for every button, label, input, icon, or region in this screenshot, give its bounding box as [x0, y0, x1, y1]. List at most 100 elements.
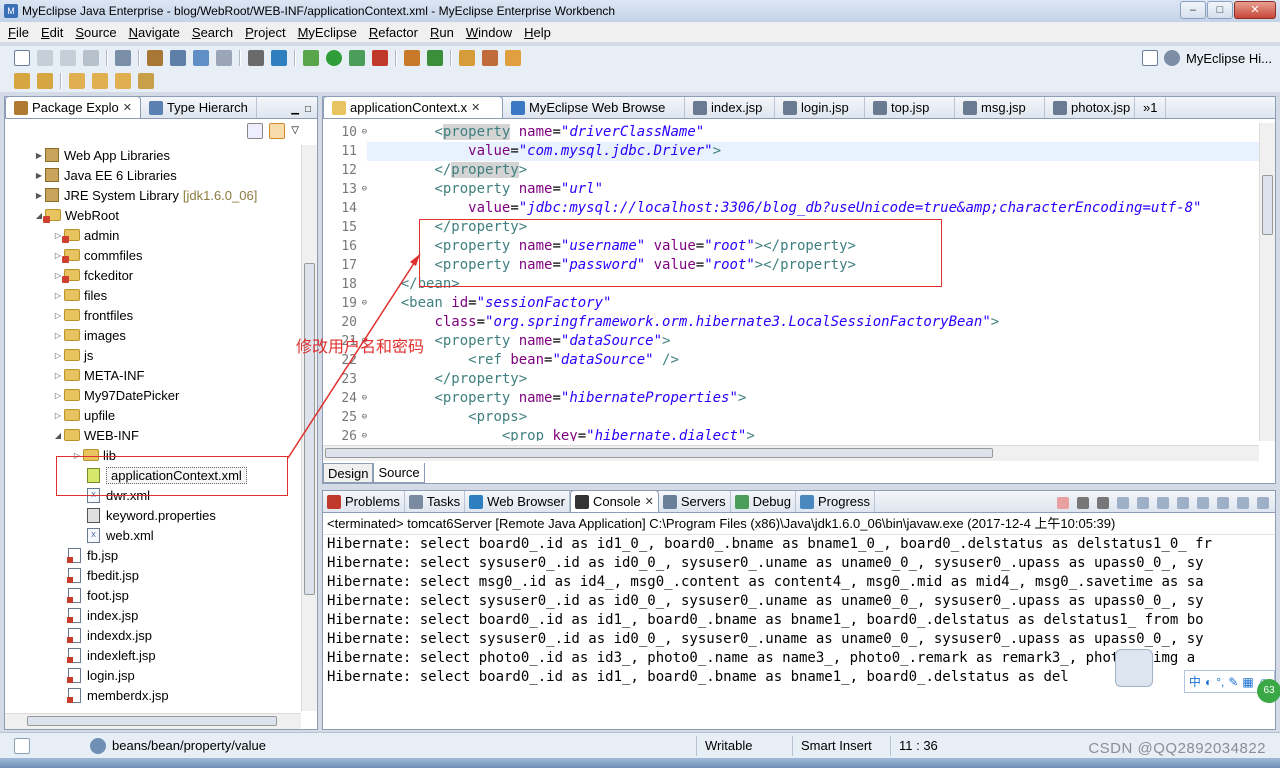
maximize-button[interactable]: □ [1207, 1, 1233, 19]
tab-myeclipse-web-browse[interactable]: MyEclipse Web Browse [503, 97, 685, 118]
close-tab-icon[interactable]: ✕ [123, 101, 132, 114]
open-type-icon[interactable] [459, 50, 475, 66]
tree-item-indexdx-jsp[interactable]: indexdx.jsp [5, 625, 301, 645]
ime-soft-keyboard-icon[interactable]: ▦ [1242, 675, 1253, 689]
maximize-view-icon[interactable] [1257, 497, 1269, 509]
fast-view-icon[interactable] [14, 737, 30, 754]
terminate-icon[interactable] [1057, 497, 1069, 509]
search-icon[interactable] [482, 50, 498, 66]
pin-icon[interactable] [69, 73, 85, 89]
server-icon[interactable] [115, 50, 131, 66]
expand-icon[interactable]: ▷ [52, 291, 64, 300]
tree-item-jre-system-library[interactable]: ▶ JRE System Library [jdk1.6.0_06] [5, 185, 301, 205]
tree-item-web-app-libraries[interactable]: ▶ Web App Libraries [5, 145, 301, 165]
menu-search[interactable]: Search [186, 25, 239, 40]
tree-item-admin[interactable]: ▷ admin [5, 225, 301, 245]
marker-icon[interactable] [505, 50, 521, 66]
menu-window[interactable]: Window [460, 25, 518, 40]
tab-applicationcontext-x[interactable]: applicationContext.x ✕ [323, 96, 503, 118]
tree-item-fb-jsp[interactable]: fb.jsp [5, 545, 301, 565]
minimize-view-icon[interactable] [1237, 497, 1249, 509]
tab-tasks[interactable]: Tasks [405, 491, 466, 512]
tab-problems[interactable]: Problems [323, 491, 405, 512]
explorer-hscrollbar[interactable] [5, 713, 301, 729]
tab-photox-jsp[interactable]: photox.jsp [1045, 97, 1135, 118]
run-server-icon[interactable] [193, 50, 209, 66]
scroll-lock-icon[interactable] [1137, 497, 1149, 509]
tree-item-fckeditor[interactable]: ▷ fckeditor [5, 265, 301, 285]
menu-run[interactable]: Run [424, 25, 460, 40]
close-tab-icon[interactable]: ✕ [471, 101, 480, 114]
pin-console-icon[interactable] [1177, 497, 1189, 509]
forward-icon[interactable] [138, 73, 154, 89]
remove-launch-icon[interactable] [1077, 497, 1089, 509]
perspective-label[interactable]: MyEclipse Hi... [1186, 51, 1272, 66]
tab-login-jsp[interactable]: login.jsp [775, 97, 865, 118]
tab-servers[interactable]: Servers [659, 491, 731, 512]
last-edit-icon[interactable] [92, 73, 108, 89]
back-icon[interactable] [115, 73, 131, 89]
minimize-view-icon[interactable]: ▁ [291, 104, 299, 115]
tree-item-upfile[interactable]: ▷ upfile [5, 405, 301, 425]
more-tabs-button[interactable]: »1 [1135, 97, 1167, 118]
expand-icon[interactable]: ▷ [52, 311, 64, 320]
tree-item-index-jsp[interactable]: index.jsp [5, 605, 301, 625]
new-project-icon[interactable] [404, 50, 420, 66]
minimize-button[interactable]: – [1180, 1, 1206, 19]
tree-item-commfiles[interactable]: ▷ commfiles [5, 245, 301, 265]
ime-punct-icon[interactable]: °, [1216, 675, 1224, 689]
tab-msg-jsp[interactable]: msg.jsp [955, 97, 1045, 118]
display-console-icon[interactable] [1197, 497, 1209, 509]
new-wizard-icon[interactable] [147, 50, 163, 66]
clear-console-icon[interactable] [1117, 497, 1129, 509]
menu-myeclipse[interactable]: MyEclipse [292, 25, 363, 40]
coverage-icon[interactable] [372, 50, 388, 66]
report-icon[interactable] [248, 50, 264, 66]
tab-design[interactable]: Design [323, 463, 374, 483]
open-console-icon[interactable] [1217, 497, 1229, 509]
deploy-icon[interactable] [170, 50, 186, 66]
explorer-scrollbar[interactable] [301, 145, 317, 711]
next-annotation-icon[interactable] [14, 73, 30, 89]
collapse-all-icon[interactable] [247, 123, 264, 139]
notification-badge[interactable]: 63 [1257, 679, 1280, 703]
new-class-icon[interactable] [427, 50, 443, 66]
ime-language-label[interactable]: 中 [1189, 673, 1201, 690]
tree-item-meta-inf[interactable]: ▷ META-INF [5, 365, 301, 385]
expand-icon[interactable]: ▷ [52, 411, 64, 420]
tree-item-webroot[interactable]: ◢ WebRoot [5, 205, 301, 225]
tab-index-jsp[interactable]: index.jsp [685, 97, 775, 118]
tree-item-java-ee-6-libraries[interactable]: ▶ Java EE 6 Libraries [5, 165, 301, 185]
ime-moon-icon[interactable]: ◐ [1205, 675, 1212, 689]
hscroll-thumb[interactable] [27, 716, 277, 726]
tree-item-indexleft-jsp[interactable]: indexleft.jsp [5, 645, 301, 665]
tab-source[interactable]: Source [373, 463, 425, 483]
expand-icon[interactable]: ▶ [33, 191, 45, 200]
collapse-icon[interactable]: ◢ [52, 431, 64, 440]
menu-project[interactable]: Project [239, 25, 291, 40]
close-window-button[interactable]: ✕ [1234, 1, 1276, 19]
expand-icon[interactable]: ▷ [52, 391, 64, 400]
tree-item-foot-jsp[interactable]: foot.jsp [5, 585, 301, 605]
tab-type-hierarchy[interactable]: Type Hierarch [141, 97, 257, 118]
tree-item-web-inf[interactable]: ◢ WEB-INF [5, 425, 301, 445]
save-icon[interactable] [37, 50, 53, 66]
link-with-editor-icon[interactable] [269, 123, 286, 139]
editor-hscrollbar[interactable] [323, 445, 1259, 461]
run-external-icon[interactable] [349, 50, 365, 66]
run-icon[interactable] [326, 50, 342, 66]
tab-web-browser[interactable]: Web Browser [465, 491, 570, 512]
tab-top-jsp[interactable]: top.jsp [865, 97, 955, 118]
expand-icon[interactable]: ▶ [33, 151, 45, 160]
tab-package-explorer[interactable]: Package Explo ✕ [5, 96, 141, 118]
tree-item-login-jsp[interactable]: login.jsp [5, 665, 301, 685]
expand-icon[interactable]: ▷ [52, 351, 64, 360]
maximize-view-icon[interactable]: □ [305, 104, 311, 115]
tree-item-images[interactable]: ▷ images [5, 325, 301, 345]
close-tab-icon[interactable]: ✕ [645, 495, 654, 508]
tree-item-web-xml[interactable]: Xweb.xml [5, 525, 301, 545]
scroll-thumb[interactable] [304, 263, 315, 595]
tree-item-js[interactable]: ▷ js [5, 345, 301, 365]
print-icon[interactable] [83, 50, 99, 66]
tree-item-memberdx-jsp[interactable]: memberdx.jsp [5, 685, 301, 705]
